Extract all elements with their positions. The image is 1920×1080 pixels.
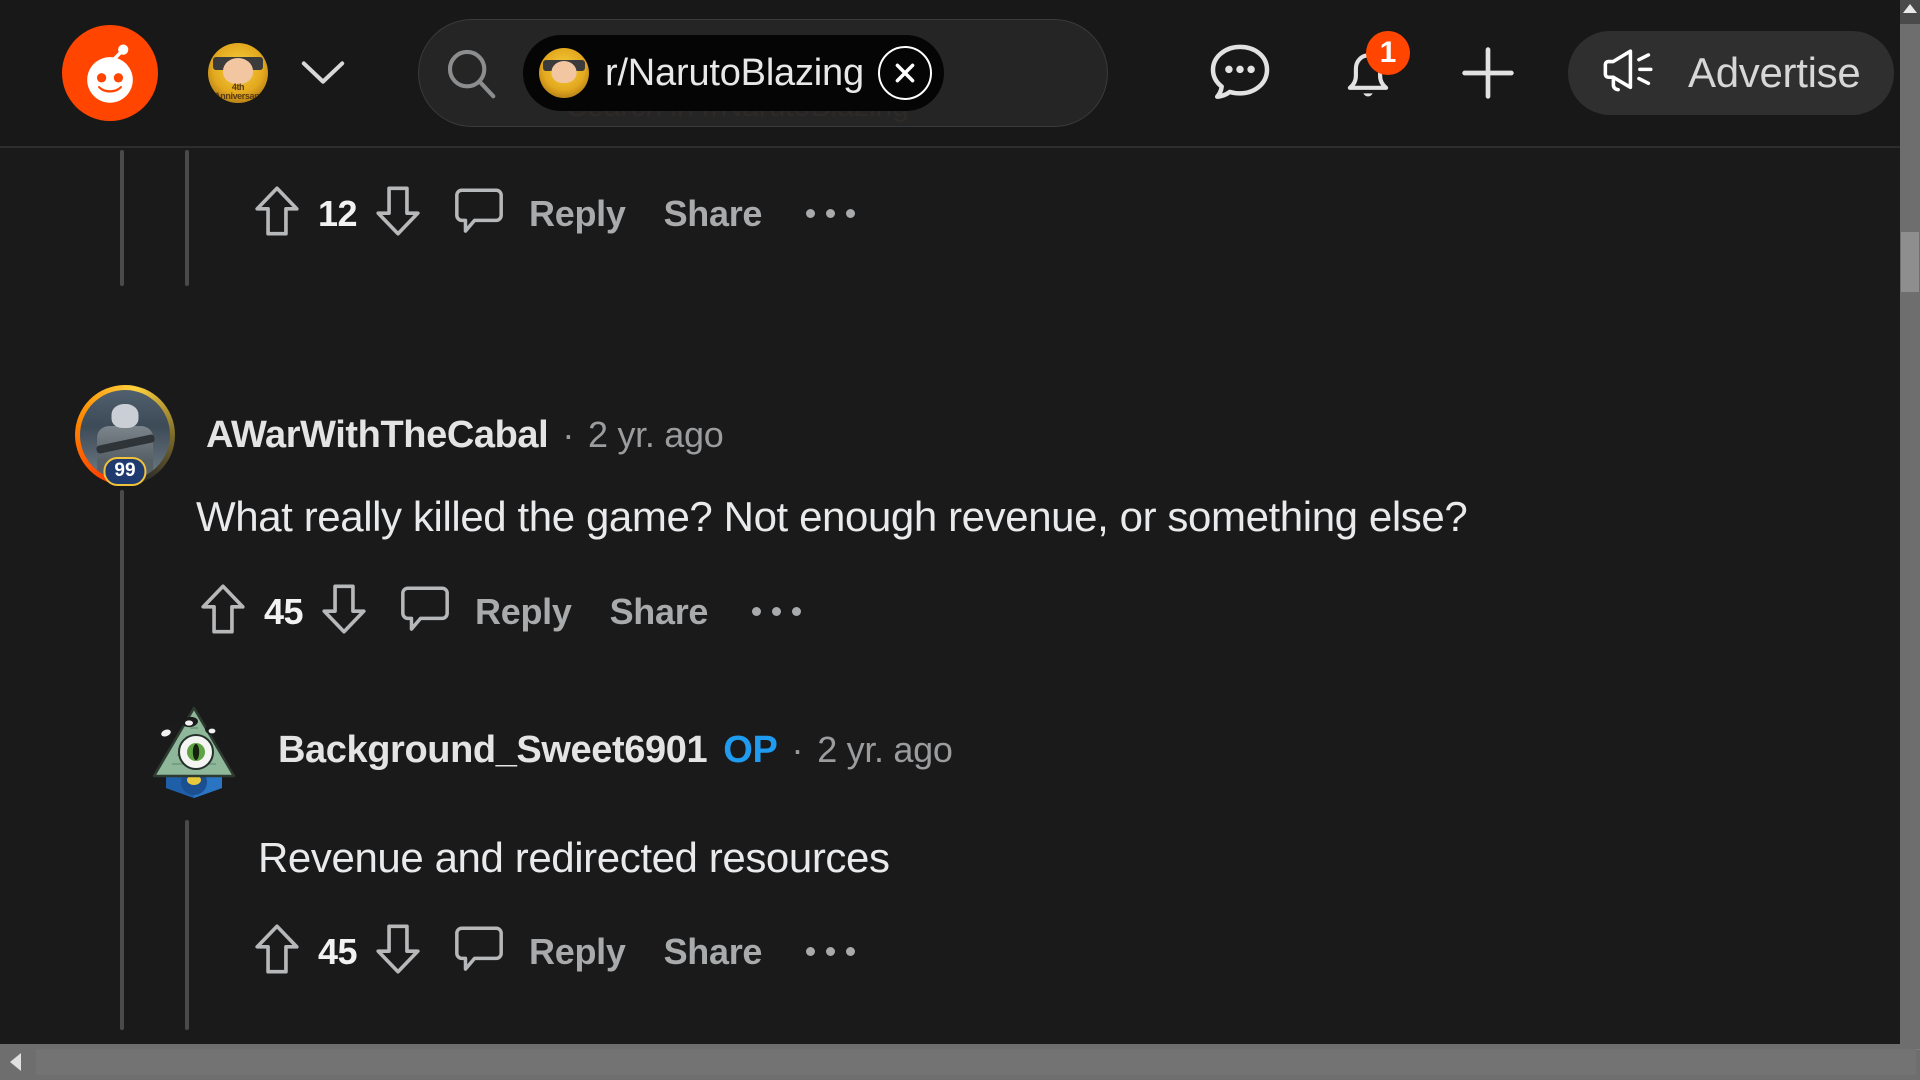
downvote-icon[interactable] (371, 182, 425, 245)
scroll-up-arrow-icon (1903, 4, 1917, 13)
comment-separator: · (562, 414, 574, 456)
op-badge: OP (723, 729, 777, 772)
vertical-scrollbar-thumb[interactable] (1901, 232, 1919, 292)
comment-header-background-sweet6901: Background_Sweet6901 OP · 2 yr. ago (146, 702, 953, 798)
advertise-button[interactable]: Advertise (1568, 31, 1894, 115)
comment-bubble-icon[interactable] (397, 582, 453, 641)
comment-separator: · (792, 729, 804, 771)
comment-bubble-icon[interactable] (451, 922, 507, 981)
avatar-face (223, 58, 253, 84)
comment-actions-awarwiththecabal: 45 Reply Share (196, 580, 812, 643)
chevron-down-icon[interactable] (294, 44, 352, 102)
megaphone-icon (1598, 45, 1660, 102)
reply-button[interactable]: Reply (529, 931, 626, 973)
vote-count: 45 (264, 591, 303, 633)
scrollbar-up-button[interactable] (1900, 0, 1920, 24)
share-button[interactable]: Share (664, 193, 763, 235)
chat-icon[interactable] (1194, 27, 1286, 119)
subreddit-avatar-label: 4th Anniversary (208, 83, 268, 101)
vote-count: 12 (318, 193, 357, 235)
advertise-label: Advertise (1688, 49, 1860, 97)
thread-line-awarwiththecabal[interactable] (120, 490, 124, 1030)
reply-button[interactable]: Reply (475, 591, 572, 633)
horizontal-scrollbar-thumb[interactable] (36, 1049, 1916, 1075)
comment-body-awarwiththecabal: What really killed the game? Not enough … (196, 493, 1467, 541)
scroll-left-arrow-icon[interactable] (10, 1053, 21, 1071)
upvote-icon[interactable] (250, 182, 304, 245)
search-bar[interactable]: Search in r/NarutoBlazing r/NarutoBlazin… (418, 19, 1108, 127)
avatar-level-badge: 99 (103, 457, 146, 486)
more-options-icon[interactable] (806, 209, 866, 218)
chip-avatar-face (552, 61, 577, 83)
downvote-icon[interactable] (371, 920, 425, 983)
create-post-icon[interactable] (1442, 27, 1534, 119)
vertical-scrollbar[interactable] (1900, 0, 1920, 1044)
more-options-icon[interactable] (752, 607, 812, 616)
comment-body-background-sweet6901: Revenue and redirected resources (258, 834, 890, 882)
search-chip-avatar (539, 48, 589, 98)
avatar[interactable] (146, 702, 242, 798)
notifications-badge: 1 (1366, 31, 1410, 75)
clear-search-icon[interactable] (878, 46, 932, 100)
upvote-icon[interactable] (250, 920, 304, 983)
avatar[interactable]: 99 (80, 390, 170, 480)
thread-line-background-sweet6901[interactable] (185, 820, 189, 1030)
app-header: 4th Anniversary Search in r/NarutoBlazin… (0, 0, 1900, 148)
reply-button[interactable]: Reply (529, 193, 626, 235)
horizontal-scrollbar[interactable] (0, 1044, 1920, 1080)
comment-author[interactable]: AWarWithTheCabal (206, 414, 548, 457)
more-options-icon[interactable] (806, 947, 866, 956)
reddit-page: 4th Anniversary Search in r/NarutoBlazin… (0, 0, 1920, 1080)
comment-actions-background-sweet6901: 45 Reply Share (250, 920, 866, 983)
search-chip-label: r/NarutoBlazing (605, 52, 864, 95)
avatar-art-head (112, 404, 139, 427)
thread-line-root-top[interactable] (120, 150, 124, 286)
comment-actions-partial-top: 12 Reply Share (250, 182, 866, 245)
thread-line-child-top[interactable] (185, 150, 189, 286)
comment-bubble-icon[interactable] (451, 184, 507, 243)
vote-count: 45 (318, 931, 357, 973)
search-scope-chip[interactable]: r/NarutoBlazing (523, 35, 944, 111)
upvote-icon[interactable] (196, 580, 250, 643)
share-button[interactable]: Share (610, 591, 709, 633)
search-icon (419, 44, 523, 102)
subreddit-avatar-button[interactable]: 4th Anniversary (208, 43, 268, 103)
notifications-icon[interactable]: 1 (1322, 27, 1414, 119)
comment-author[interactable]: Background_Sweet6901 (278, 729, 707, 772)
comment-header-awarwiththecabal: 99 AWarWithTheCabal · 2 yr. ago (80, 390, 723, 480)
share-button[interactable]: Share (664, 931, 763, 973)
comment-timestamp: 2 yr. ago (588, 414, 723, 456)
reddit-logo[interactable] (62, 25, 158, 121)
comment-timestamp: 2 yr. ago (817, 729, 952, 771)
downvote-icon[interactable] (317, 580, 371, 643)
